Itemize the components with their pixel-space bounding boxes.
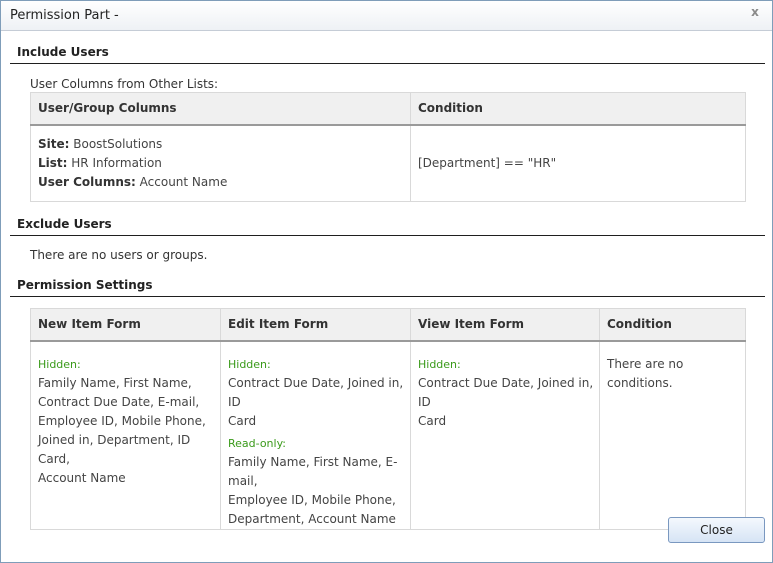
user-columns-value: Account Name (139, 174, 228, 189)
edit-item-hidden-line: Card (228, 413, 257, 428)
table-header-row: User/Group Columns Condition (30, 92, 746, 126)
permission-settings-table: New Item Form Edit Item Form View Item F… (30, 308, 746, 530)
view-item-hidden-line: Card (418, 413, 447, 428)
user-columns-subtitle: User Columns from Other Lists: (30, 77, 219, 91)
site-value: BoostSolutions (73, 136, 163, 151)
user-columns-table: User/Group Columns Condition Site: Boost… (30, 92, 746, 202)
edit-item-form-cell: Hidden: Contract Due Date, Joined in, ID… (220, 340, 411, 529)
exclude-users-title: Exclude Users (17, 217, 112, 231)
column-header-edit-item-form: Edit Item Form (220, 308, 411, 342)
table-header-row: New Item Form Edit Item Form View Item F… (30, 308, 746, 342)
column-header-condition: Condition (410, 92, 746, 126)
view-item-hidden-label: Hidden: (418, 357, 461, 371)
new-item-hidden-line: Contract Due Date, E-mail, (38, 394, 200, 409)
list-label: List: (38, 155, 68, 170)
permission-settings-divider (10, 296, 765, 297)
exclude-users-divider (10, 235, 765, 236)
site-label: Site: (38, 136, 70, 151)
new-item-hidden-line: Joined in, Department, ID Card, (38, 432, 191, 466)
dialog-titlebar: Permission Part - x (1, 1, 772, 31)
permission-settings-title: Permission Settings (17, 278, 153, 292)
column-header-condition: Condition (599, 308, 746, 342)
user-group-cell: Site: BoostSolutions List: HR Informatio… (31, 125, 411, 202)
edit-item-readonly-line: Department, Account Name (228, 511, 396, 526)
list-value: HR Information (71, 155, 162, 170)
new-item-hidden-line: Employee ID, Mobile Phone, (38, 413, 206, 428)
no-users-message: There are no users or groups. (30, 248, 208, 262)
condition-cell: [Department] == "HR" (410, 124, 746, 202)
close-button[interactable]: Close (668, 517, 765, 543)
include-users-title: Include Users (17, 45, 109, 59)
view-item-hidden-line: Contract Due Date, Joined in, ID (418, 375, 594, 409)
new-item-hidden-line: Family Name, First Name, (38, 375, 192, 390)
permission-part-dialog: Permission Part - x Include Users User C… (0, 0, 773, 563)
edit-item-readonly-line: Employee ID, Mobile Phone, (228, 492, 396, 507)
view-item-form-cell: Hidden: Contract Due Date, Joined in, ID… (410, 340, 600, 529)
new-item-form-cell: Hidden: Family Name, First Name, Contrac… (31, 341, 221, 530)
edit-item-readonly-label: Read-only: (228, 436, 286, 450)
dialog-title: Permission Part - (10, 8, 119, 23)
edit-item-hidden-line: Contract Due Date, Joined in, ID (228, 375, 404, 409)
column-header-user-group: User/Group Columns (30, 92, 411, 126)
table-row: Site: BoostSolutions List: HR Informatio… (31, 124, 746, 202)
new-item-hidden-line: Account Name (38, 470, 126, 485)
permission-condition-cell: There are no conditions. (599, 340, 746, 529)
new-item-hidden-label: Hidden: (38, 357, 81, 371)
edit-item-readonly-line: Family Name, First Name, E-mail, (228, 454, 398, 488)
user-columns-label: User Columns: (38, 174, 136, 189)
column-header-new-item-form: New Item Form (30, 308, 221, 342)
edit-item-hidden-label: Hidden: (228, 357, 271, 371)
column-header-view-item-form: View Item Form (410, 308, 600, 342)
table-row: Hidden: Family Name, First Name, Contrac… (31, 340, 746, 530)
include-users-divider (10, 63, 765, 64)
close-icon[interactable]: x (748, 5, 762, 21)
